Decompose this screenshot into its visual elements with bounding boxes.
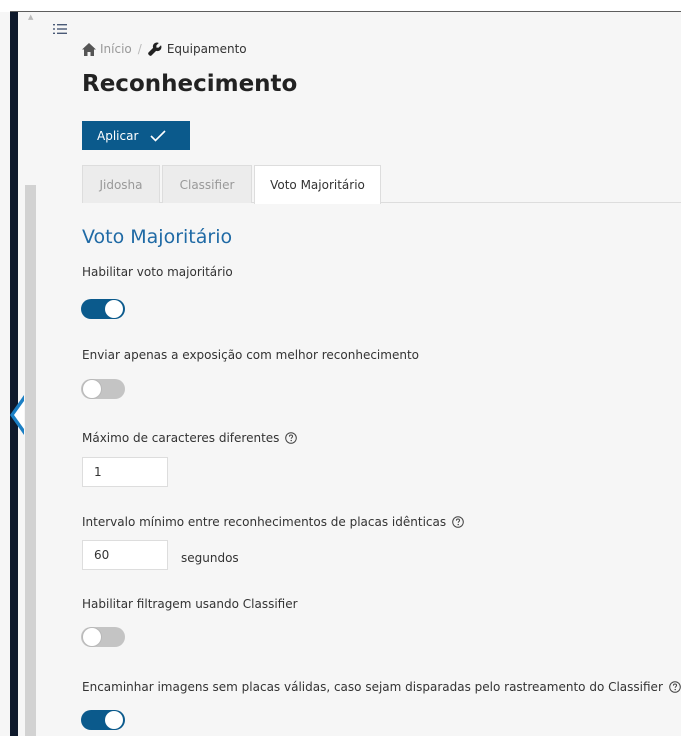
enable-majority-toggle[interactable] xyxy=(81,299,125,319)
min-interval-label: Intervalo mínimo entre reconhecimentos d… xyxy=(82,515,464,529)
tab-voto-majoritario[interactable]: Voto Majoritário xyxy=(254,165,381,204)
menu-icon[interactable] xyxy=(53,22,67,36)
apply-button-label: Aplicar xyxy=(97,128,139,143)
tab-jidosha[interactable]: Jidosha xyxy=(82,165,160,203)
help-icon[interactable] xyxy=(452,516,464,528)
enable-majority-label: Habilitar voto majoritário xyxy=(82,265,233,279)
classifier-filter-toggle[interactable] xyxy=(81,627,125,647)
breadcrumb-separator: / xyxy=(137,42,142,56)
toggle-knob xyxy=(105,711,123,729)
tab-bar: Jidosha Classifier Voto Majoritário xyxy=(82,165,681,204)
forward-images-toggle[interactable] xyxy=(81,710,125,730)
best-exposure-label: Enviar apenas a exposição com melhor rec… xyxy=(82,348,419,362)
forward-images-label: Encaminhar imagens sem placas válidas, c… xyxy=(82,680,681,694)
min-interval-input[interactable] xyxy=(82,540,168,570)
enable-majority-label-text: Habilitar voto majoritário xyxy=(82,265,233,279)
scrollbar-track[interactable] xyxy=(25,185,36,736)
max-chars-label: Máximo de caracteres diferentes xyxy=(82,431,298,445)
best-exposure-label-text: Enviar apenas a exposição com melhor rec… xyxy=(82,348,419,362)
breadcrumb-current: Equipamento xyxy=(166,42,247,56)
classifier-filter-label-text: Habilitar filtragem usando Classifier xyxy=(82,597,298,611)
window-top-border xyxy=(0,0,681,12)
breadcrumb: Início / Equipamento xyxy=(82,42,247,56)
help-icon[interactable] xyxy=(669,681,681,693)
help-icon[interactable] xyxy=(285,432,298,444)
tab-classifier[interactable]: Classifier xyxy=(162,165,252,203)
toggle-knob xyxy=(83,628,101,646)
best-exposure-toggle[interactable] xyxy=(81,379,125,399)
collapse-handle-icon[interactable] xyxy=(10,395,24,435)
min-interval-unit: segundos xyxy=(181,551,239,565)
check-icon xyxy=(150,129,166,142)
breadcrumb-home-link[interactable]: Início xyxy=(100,42,132,56)
toggle-knob xyxy=(105,300,123,318)
page-title: Reconhecimento xyxy=(82,71,298,97)
home-icon[interactable] xyxy=(82,42,96,56)
scroll-up-arrow-icon[interactable]: ▲ xyxy=(28,13,33,21)
toggle-knob xyxy=(83,380,101,398)
forward-images-label-text: Encaminhar imagens sem placas válidas, c… xyxy=(82,680,663,694)
wrench-icon xyxy=(147,42,162,56)
max-chars-input[interactable] xyxy=(82,457,168,487)
classifier-filter-label: Habilitar filtragem usando Classifier xyxy=(82,597,298,611)
section-title: Voto Majoritário xyxy=(82,226,233,248)
apply-button[interactable]: Aplicar xyxy=(82,121,190,150)
sidebar-strip xyxy=(10,12,18,736)
min-interval-label-text: Intervalo mínimo entre reconhecimentos d… xyxy=(82,515,447,529)
max-chars-label-text: Máximo de caracteres diferentes xyxy=(82,431,280,445)
